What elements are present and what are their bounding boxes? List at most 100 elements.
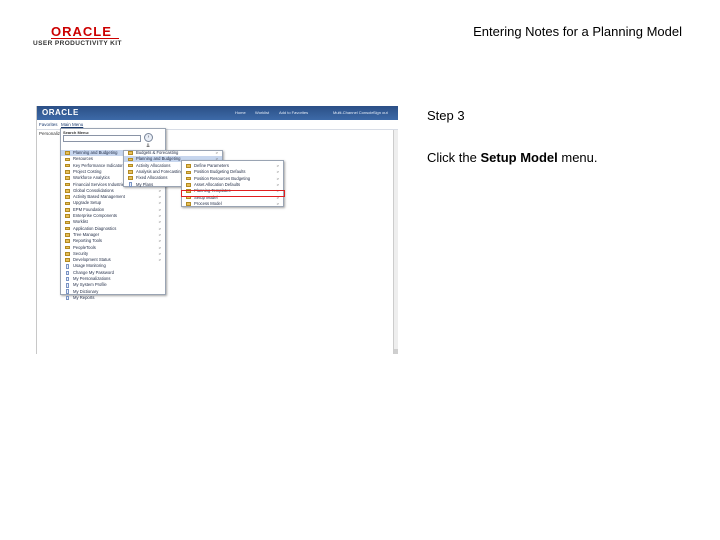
menu-item[interactable]: Usage Monitoring [61,263,165,269]
chevron-right-icon: > [158,219,161,225]
instruction-suffix: menu. [557,150,598,165]
favorites-menu[interactable]: Favorites [39,122,58,127]
setup-submenu: Define Parameters > Position Budgeting Def… [181,160,284,207]
menu-item-label: EPM Foundation [73,206,105,212]
menu-item-label: My Personalizations [73,276,111,281]
menu-item[interactable]: Position Budgeting Defaults > [182,169,283,175]
scroll-down-arrow-icon[interactable] [394,349,398,354]
menu-item-label: Budgets & Forecasting [136,150,179,155]
menu-item[interactable]: Asset Allocation Defaults > [182,182,283,188]
menu-item-label: My Plans [136,181,154,187]
chevron-right-icon: > [158,250,161,256]
folder-icon [186,170,191,175]
menu-item-label: Activity Based Management [73,194,125,200]
menu-item-label: Financial Services Industries [73,181,127,187]
menu-item[interactable]: Security > [61,251,165,257]
folder-icon [65,151,70,155]
setup-model-highlight [181,190,285,197]
menu-item[interactable]: Global Consolidations > [61,188,165,194]
folder-icon [65,157,70,162]
menu-item[interactable]: My Dictionary [61,289,165,295]
document-icon [65,295,70,301]
menu-item[interactable]: My Reports [61,295,165,301]
nav-link-signout[interactable]: Sign out [373,110,388,115]
folder-icon [65,239,70,244]
expand-arrow-icon[interactable]: ⇊ [146,143,150,149]
chevron-right-icon: > [158,225,161,231]
chevron-right-icon: > [158,187,161,193]
folder-icon [128,151,133,155]
logo-underline [51,38,119,39]
app-top-bar: ORACLE Home Worklist Add to Favorites Mu… [37,106,398,120]
menu-item-label: My Dictionary [73,288,99,294]
vertical-scrollbar[interactable] [393,130,398,354]
menu-item[interactable]: Enterprise Components > [61,213,165,219]
menu-item-label: My System Profile [73,282,107,288]
menu-item[interactable]: Position Resources Budgeting > [182,176,283,182]
menu-item-label: Position Budgeting Defaults [194,169,246,175]
menu-item[interactable]: Application Diagnostics > [61,226,165,232]
folder-icon [128,170,133,174]
main-menu-link[interactable]: Main Menu [61,122,83,127]
menu-item[interactable]: Define Parameters > [182,163,283,169]
folder-icon [65,176,70,181]
menu-item-label: Project Costing [73,168,102,174]
chevron-right-icon: > [158,200,161,206]
menu-item-label: Position Resources Budgeting [194,175,251,181]
nav-link-worklist[interactable]: Worklist [255,110,269,115]
upk-wordmark: USER PRODUCTIVITY KIT [33,40,122,47]
menu-item-label: Resources [73,156,94,162]
menu-item-label: Development Status [73,257,111,263]
menu-item[interactable]: Reporting Tools > [61,238,165,244]
menu-item[interactable]: Worklist > [61,219,165,225]
folder-icon [65,201,70,206]
menu-item[interactable]: Development Status > [61,257,165,263]
chevron-right-icon: > [158,244,161,250]
menu-item-label: Process Model [194,200,222,206]
menu-item-label: Reporting Tools [73,238,103,244]
nav-link-add-favorites[interactable]: Add to Favorites [279,110,308,115]
chevron-right-icon: > [215,150,218,155]
menu-item-label: Planning and Budgeting [136,156,181,162]
folder-icon [65,195,70,199]
menu-item[interactable]: Process Model > [182,201,283,207]
chevron-right-icon: > [276,181,279,187]
search-button-icon[interactable]: › [144,133,153,142]
document-icon [128,182,133,187]
menu-item-label: Asset Allocation Defaults [194,181,241,187]
document-icon [65,270,70,275]
oracle-wordmark: ORACLE [51,24,112,39]
nav-link-multichannel[interactable]: Multi-Channel Console [333,110,373,115]
menu-item[interactable]: Tree Manager > [61,232,165,238]
chevron-right-icon: > [158,194,161,200]
chevron-right-icon: > [158,238,161,244]
application-screenshot: ORACLE Home Worklist Add to Favorites Mu… [36,106,398,354]
folder-icon [128,157,133,162]
menu-item[interactable]: My Personalizations [61,276,165,282]
chevron-right-icon: > [276,169,279,175]
menu-item-label: Upgrade Setup [73,200,102,206]
menu-item-label: Tree Manager [73,231,100,237]
menu-item[interactable]: PeopleTools > [61,245,165,251]
menu-item[interactable]: Change My Password [61,270,165,276]
search-menu-input[interactable] [63,135,141,142]
folder-icon [65,182,70,187]
chevron-right-icon: > [276,163,279,168]
menu-item[interactable]: My System Profile [61,282,165,288]
menu-item-label: Worklist [73,219,88,225]
folder-icon [65,233,70,237]
nav-link-home[interactable]: Home [235,110,246,115]
menu-item[interactable]: Budgets & Forecasting > [124,150,222,156]
menu-item-label: Planning and Budgeting [73,150,118,155]
menu-item-label: Security [73,250,89,256]
menu-item[interactable]: Activity Based Management > [61,194,165,200]
menu-item-label: Change My Password [73,269,114,275]
folder-icon [65,163,70,168]
instruction-target: Setup Model [480,150,558,165]
folder-icon [65,220,70,225]
menu-item[interactable]: Upgrade Setup > [61,200,165,206]
folder-icon [65,170,70,174]
folder-icon [186,164,191,168]
folder-icon [65,245,70,250]
menu-item[interactable]: EPM Foundation > [61,207,165,213]
